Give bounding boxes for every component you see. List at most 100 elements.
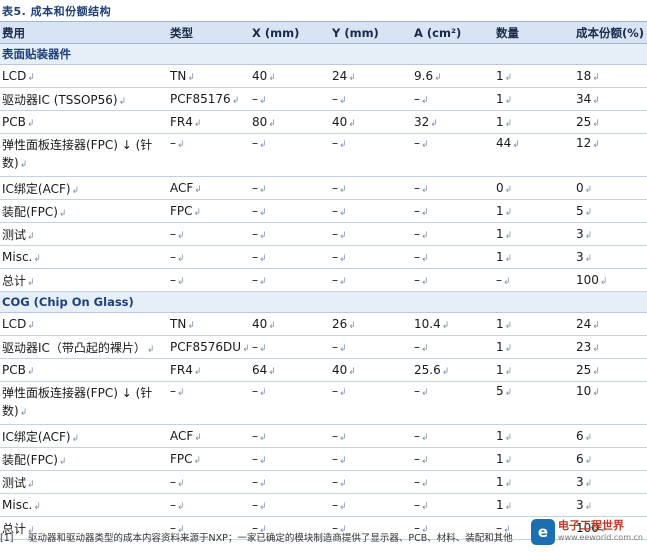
paragraph-mark-icon: ↲ (421, 231, 429, 241)
logo-name: 电子工程世界 (558, 519, 625, 532)
table-row: 测试↲ –↲ –↲ –↲ –↲ 1↲ 3↲ (0, 222, 647, 246)
paragraph-mark-icon: ↲ (504, 119, 513, 129)
paragraph-mark-icon: ↲ (71, 433, 80, 444)
cell-text: PCF85176 (170, 92, 231, 106)
table-cell: LCD↲ (0, 312, 168, 336)
table-cell: –↲ (412, 87, 494, 111)
table-cell: 5↲ (494, 381, 574, 425)
table-body: 表面贴装器件 LCD↲ TN↲ 40↲ 24↲ 9.6↲ 1↲ 18↲ 驱动器IC (TSSOP… (0, 43, 647, 540)
cell-text: – (252, 475, 258, 489)
table-cell: 3↲ (574, 222, 647, 246)
table-cell: –↲ (250, 245, 330, 269)
table-cell: 26↲ (330, 312, 412, 336)
paragraph-mark-icon: ↲ (339, 140, 347, 150)
paragraph-mark-icon: ↲ (259, 456, 267, 466)
cell-text: – (414, 204, 420, 218)
paragraph-mark-icon: ↲ (177, 140, 185, 150)
section-label: COG (Chip On Glass) (0, 291, 647, 313)
table-cell: 12↲ (574, 133, 647, 177)
table-row: Misc.↲ –↲ –↲ –↲ –↲ 1↲ 3↲ (0, 493, 647, 517)
column-header: 数量 (494, 21, 574, 44)
paragraph-mark-icon: ↲ (504, 254, 513, 264)
paragraph-mark-icon: ↲ (584, 433, 593, 443)
table-cell: 23↲ (574, 335, 647, 359)
cell-text: 1 (496, 429, 504, 443)
table-cell: LCD↲ (0, 64, 168, 88)
table-cell: FR4↲ (168, 110, 250, 134)
table-cell: 40↲ (250, 312, 330, 336)
footnote-number: [1] (0, 533, 14, 544)
paragraph-mark-icon: ↲ (584, 231, 593, 241)
paragraph-mark-icon: ↲ (187, 321, 195, 331)
paragraph-mark-icon: ↲ (512, 140, 520, 150)
table-cell: 弹性面板连接器(FPC) ↓ (针数)↲ (0, 381, 168, 425)
cell-text: – (332, 498, 338, 512)
cell-text: 40 (332, 363, 348, 377)
table-cell: 9.6↲ (412, 64, 494, 88)
paragraph-mark-icon: ↲ (504, 231, 513, 241)
paragraph-mark-icon: ↲ (421, 502, 429, 512)
cell-text: – (252, 204, 258, 218)
cell-text: 装配(FPC) (2, 204, 58, 219)
paragraph-mark-icon: ↲ (268, 367, 276, 377)
table-cell: 40↲ (330, 358, 412, 382)
paragraph-mark-icon: ↲ (27, 479, 35, 490)
table-cell: 25↲ (574, 358, 647, 382)
cell-text: 0 (496, 181, 504, 195)
paragraph-mark-icon: ↲ (421, 96, 429, 106)
section-row: COG (Chip On Glass) (0, 291, 647, 313)
header-row: 费用 类型 X (mm) Y (mm) A (cm²) 数量 成本份额(%) (0, 21, 647, 44)
paragraph-mark-icon: ↲ (348, 119, 356, 129)
table-cell: –↲ (250, 87, 330, 111)
table-cell: –↲ (330, 199, 412, 223)
table-cell: 18↲ (574, 64, 647, 88)
table-cell: –↲ (412, 381, 494, 425)
table-cell: –↲ (168, 493, 250, 517)
cell-text: – (170, 227, 176, 241)
table-cell: –↲ (250, 493, 330, 517)
paragraph-mark-icon: ↲ (339, 502, 347, 512)
cell-text: TN (170, 69, 187, 83)
cell-text: 1 (496, 204, 504, 218)
paragraph-mark-icon: ↲ (339, 231, 347, 241)
cell-text: – (170, 136, 176, 150)
table-cell: –↲ (250, 268, 330, 292)
paragraph-mark-icon: ↲ (584, 502, 593, 512)
table-cell: 测试↲ (0, 470, 168, 494)
cell-text: – (170, 273, 176, 287)
paragraph-mark-icon: ↲ (193, 456, 202, 466)
table-cell: –↲ (168, 222, 250, 246)
cell-text: 6 (576, 429, 584, 443)
cell-text: 1 (496, 317, 504, 331)
table-cell: –↲ (330, 268, 412, 292)
table-row: 驱动器IC (TSSOP56)↲ PCF85176↲ –↲ –↲ –↲ 1↲ 34↲ (0, 87, 647, 111)
table-cell: –↲ (412, 424, 494, 448)
paragraph-mark-icon: ↲ (58, 456, 67, 467)
cell-text: 1 (496, 227, 504, 241)
paragraph-mark-icon: ↲ (504, 388, 513, 398)
cell-text: 3 (576, 475, 584, 489)
cell-text: – (332, 384, 338, 398)
paragraph-mark-icon: ↲ (503, 277, 511, 287)
table-cell: 1↲ (494, 335, 574, 359)
cell-text: 100 (576, 273, 599, 287)
table-row: PCB↲ FR4↲ 64↲ 40↲ 25.6↲ 1↲ 25↲ (0, 358, 647, 382)
cell-text: PCB (2, 115, 26, 129)
table-row: 弹性面板连接器(FPC) ↓ (针数)↲ –↲ –↲ –↲ –↲ 44↲ 12↲ (0, 133, 647, 177)
paragraph-mark-icon: ↲ (441, 367, 450, 377)
paragraph-mark-icon: ↲ (504, 502, 513, 512)
table-cell: –↲ (168, 470, 250, 494)
cell-text: – (332, 452, 338, 466)
paragraph-mark-icon: ↲ (26, 367, 35, 377)
table-cell: 1↲ (494, 87, 574, 111)
paragraph-mark-icon: ↲ (421, 433, 429, 443)
paragraph-mark-icon: ↲ (27, 73, 35, 83)
table-row: LCD↲ TN↲ 40↲ 26↲ 10.4↲ 1↲ 24↲ (0, 312, 647, 336)
table-cell: 1↲ (494, 222, 574, 246)
table-row: IC绑定(ACF)↲ ACF↲ –↲ –↲ –↲ 0↲ 0↲ (0, 176, 647, 200)
paragraph-mark-icon: ↲ (421, 479, 429, 489)
paragraph-mark-icon: ↲ (177, 388, 185, 398)
cell-text: 3 (576, 498, 584, 512)
table-cell: –↲ (330, 222, 412, 246)
paragraph-mark-icon: ↲ (177, 231, 185, 241)
